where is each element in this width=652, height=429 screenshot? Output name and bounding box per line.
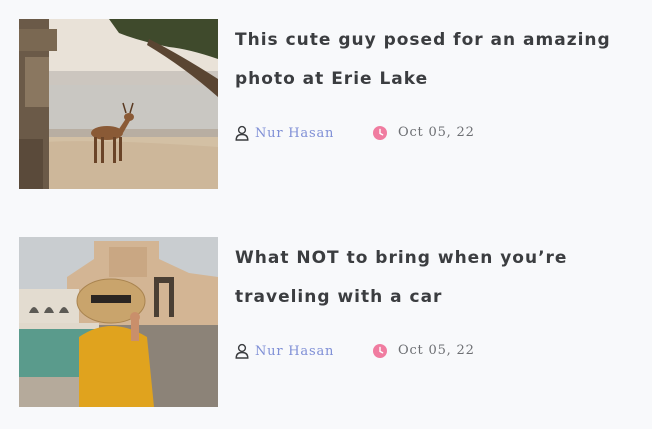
post-thumbnail-link[interactable]	[19, 237, 218, 407]
post-author-name: Nur Hasan	[255, 343, 335, 359]
post-date: Oct 05, 22	[373, 125, 475, 140]
user-icon	[235, 343, 249, 359]
post-author-name: Nur Hasan	[255, 125, 335, 141]
post-meta: Nur Hasan Oct 05, 22	[235, 343, 635, 363]
user-icon	[235, 125, 249, 141]
post-title[interactable]: What NOT to bring when you’re traveling …	[235, 239, 640, 317]
post-author-link[interactable]: Nur Hasan	[235, 125, 334, 141]
post-author-link[interactable]: Nur Hasan	[235, 343, 334, 359]
post-date-text: Oct 05, 22	[398, 125, 475, 140]
blog-post-item: This cute guy posed for an amazing photo…	[19, 19, 639, 189]
woman-with-straw-hat-image	[19, 237, 218, 407]
post-date-text: Oct 05, 22	[398, 343, 475, 358]
clock-icon	[373, 125, 387, 140]
post-thumbnail-link[interactable]	[19, 19, 218, 189]
deer-at-lake-image	[19, 19, 218, 189]
blog-post-item: What NOT to bring when you’re traveling …	[19, 237, 639, 407]
post-meta: Nur Hasan Oct 05, 22	[235, 125, 635, 145]
post-date: Oct 05, 22	[373, 343, 475, 358]
clock-icon	[373, 343, 387, 358]
post-title[interactable]: This cute guy posed for an amazing photo…	[235, 21, 640, 99]
